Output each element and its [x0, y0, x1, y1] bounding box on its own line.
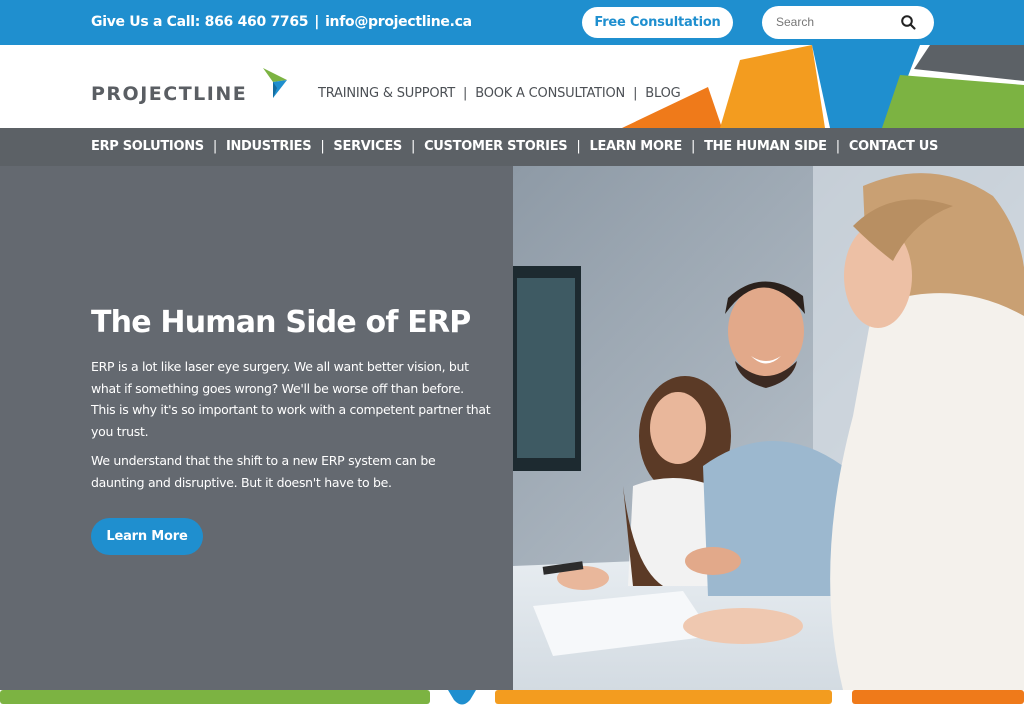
top-bar: Give Us a Call: 866 460 7765 | info@projec… [0, 0, 1024, 45]
site-header: PROJECTLINE TRAINING & SUPPORT | BOOK A … [0, 45, 1024, 128]
nav-item-erp-solutions[interactable]: ERP SOLUTIONS [91, 139, 204, 154]
hero-text-panel: The Human Side of ERP ERP is a lot like … [0, 166, 513, 690]
nav-separator: | [691, 139, 696, 154]
nav-separator: | [212, 139, 217, 154]
hero-paragraph-2: We understand that the shift to a new ER… [91, 453, 436, 490]
learn-more-button[interactable]: Learn More [91, 518, 203, 555]
main-navigation: ERP SOLUTIONS | INDUSTRIES | SERVICES | … [0, 128, 1024, 166]
util-nav-training[interactable]: TRAINING & SUPPORT [318, 86, 455, 101]
logo-arrow-icon [263, 68, 287, 98]
bottom-color-strip [0, 690, 1024, 705]
nav-separator: | [410, 139, 416, 154]
search-box[interactable] [762, 6, 934, 39]
nav-item-contact-us[interactable]: CONTACT US [849, 139, 939, 154]
nav-separator: | [320, 139, 325, 154]
nav-separator: | [835, 139, 840, 154]
hero-paragraph-1: ERP is a lot like laser eye surgery. We … [91, 359, 491, 439]
nav-separator: | [576, 139, 581, 154]
phone-link[interactable]: Give Us a Call: 866 460 7765 [91, 14, 309, 30]
search-input[interactable] [776, 12, 896, 32]
util-nav-separator: | [463, 86, 468, 101]
hero-photo [513, 166, 1024, 690]
nav-item-industries[interactable]: INDUSTRIES [226, 139, 312, 154]
nav-item-learn-more[interactable]: LEARN MORE [589, 139, 682, 154]
email-link[interactable]: info@projectline.ca [325, 14, 472, 30]
office-meeting-illustration [513, 166, 1024, 690]
nav-item-services[interactable]: SERVICES [333, 139, 402, 154]
hero-title: The Human Side of ERP [91, 305, 471, 340]
search-icon[interactable] [900, 14, 917, 31]
nav-item-customer-stories[interactable]: CUSTOMER STORIES [424, 139, 568, 154]
site-logo[interactable]: PROJECTLINE [91, 66, 291, 106]
nav-item-human-side[interactable]: THE HUMAN SIDE [704, 139, 827, 154]
decorative-color-shapes [622, 45, 1024, 128]
logo-text: PROJECTLINE [91, 83, 248, 105]
contact-separator: | [314, 14, 320, 30]
free-consultation-button[interactable]: Free Consultation [582, 7, 733, 38]
contact-info: Give Us a Call: 866 460 7765 | info@projec… [91, 14, 472, 30]
